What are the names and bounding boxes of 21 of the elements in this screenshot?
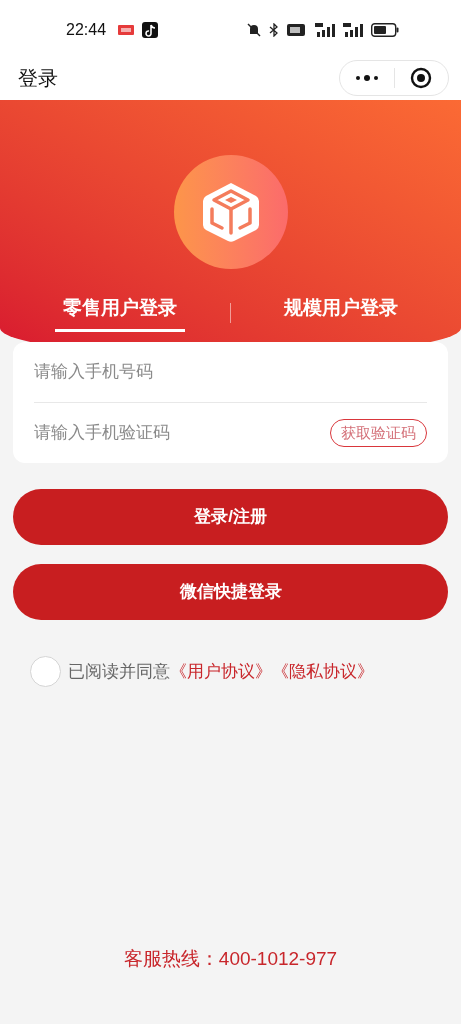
code-field[interactable]: 请输入手机验证码 — [13, 403, 330, 463]
music-app-icon — [142, 22, 159, 38]
more-icon — [354, 74, 379, 82]
agreement-link[interactable]: 《用户协议》 — [170, 658, 272, 685]
status-time: 22:44 — [66, 20, 107, 40]
phone-field[interactable]: 请输入手机号码 — [13, 342, 448, 402]
target-icon — [410, 67, 433, 89]
bell-muted-icon — [247, 23, 261, 37]
primary-button[interactable]: 微信快捷登录 — [13, 564, 448, 620]
agreement-link[interactable]: 《隐私协议》 — [272, 658, 374, 685]
agree-checkbox[interactable] — [30, 656, 61, 687]
battery-icon — [371, 23, 399, 37]
signal-icon — [313, 23, 335, 37]
bluetooth-icon — [269, 23, 279, 37]
hotline-text: 客服热线：400-1012-977 — [123, 946, 338, 971]
signal-icon — [343, 23, 363, 37]
page-title: 登录 — [18, 66, 58, 91]
primary-button[interactable]: 登录/注册 — [13, 489, 448, 545]
login-tab[interactable]: 规模用户登录 — [231, 294, 461, 332]
agreement-text: 已阅读并同意 — [68, 660, 170, 683]
login-tab[interactable]: 零售用户登录 — [0, 294, 230, 332]
